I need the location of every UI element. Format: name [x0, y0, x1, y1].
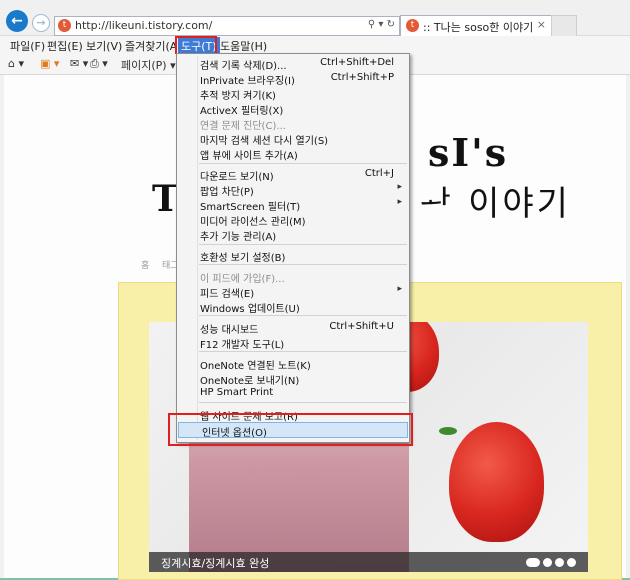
submenu-arrow-icon: ▸ [397, 197, 402, 207]
menu-item-label: 성능 대시보드 [200, 325, 259, 336]
submenu-arrow-icon: ▸ [397, 284, 402, 294]
tools-menu-item: 연결 문제 진단(C)... [177, 116, 409, 132]
leaf-image [439, 427, 457, 435]
menu-item-label: 호환성 보기 설정(B) [200, 253, 286, 264]
submenu-arrow-icon: ▸ [397, 182, 402, 192]
site-favicon-icon: t [58, 19, 71, 32]
tools-menu-item[interactable]: SmartScreen 필터(T) ▸ [177, 197, 409, 213]
tab-close-icon[interactable]: × [537, 18, 546, 31]
search-icon[interactable]: ⚲ [368, 19, 375, 30]
back-button[interactable]: ← [6, 10, 28, 32]
tools-menu-item[interactable]: F12 개발자 도구(L) [177, 335, 409, 351]
menu-item-label: 연결 문제 진단(C)... [200, 121, 286, 132]
menu-item-label: 앱 뷰에 사이트 추가(A) [200, 151, 298, 162]
url-text[interactable]: http://likeuni.tistory.com/ [75, 19, 212, 32]
forward-button[interactable]: → [32, 14, 50, 32]
tools-menu-item[interactable]: 앱 뷰에 사이트 추가(A) [177, 146, 409, 162]
slide-dot[interactable] [543, 558, 552, 567]
menu-item-label: InPrivate 브라우징(I) [200, 76, 295, 87]
tools-menu-item[interactable]: 성능 대시보드 Ctrl+Shift+U [177, 320, 409, 336]
menu-item-label: 다운로드 보기(N) [200, 172, 274, 183]
nav-home[interactable]: 홈 [141, 258, 149, 271]
tools-menu-item[interactable]: OneNote로 보내기(N) [177, 371, 409, 387]
menu-item-label: F12 개발자 도구(L) [200, 340, 285, 351]
mail-icon[interactable]: ✉ ▾ [70, 57, 88, 70]
tools-menu-item[interactable]: HP Smart Print [177, 386, 409, 401]
menu-item-label: Windows 업데이트(U) [200, 304, 300, 315]
internet-options-highlight-box [168, 413, 413, 446]
menu-item-label: 이 피드에 가입(F)... [200, 274, 285, 285]
menu-item-label: SmartScreen 필터(T) [200, 202, 301, 213]
slide-dot[interactable] [567, 558, 576, 567]
menu-item-label: 추가 기능 관리(A) [200, 232, 277, 243]
tools-menu-item[interactable]: Windows 업데이트(U) [177, 299, 409, 315]
menu-item-label: 피드 검색(E) [200, 289, 255, 300]
slideshow-caption-bar: 징계시효/징계시효 완성 [149, 552, 588, 572]
dropdown-icon[interactable]: ▾ [378, 19, 383, 30]
refresh-icon[interactable]: ↻ [387, 19, 395, 30]
new-tab-button[interactable] [551, 15, 577, 36]
menu-separator [199, 402, 407, 403]
print-icon[interactable]: ⎙ ▾ [90, 57, 108, 71]
blog-subtitle: ᅪ 이야기 [420, 184, 571, 224]
slideshow-dots [523, 557, 576, 570]
menu-item-label: ActiveX 필터링(X) [200, 106, 284, 117]
page-menu[interactable]: 페이지(P) ▾ [121, 57, 176, 73]
address-row: ← → t http://likeuni.tistory.com/ ⚲ ▾ ↻ … [0, 0, 630, 36]
browser-tab[interactable]: t :: T나는 soso한 이야기 × [400, 15, 552, 36]
address-bar[interactable]: t http://likeuni.tistory.com/ ⚲ ▾ ↻ [54, 16, 400, 36]
tools-menu-item[interactable]: 검색 기록 삭제(D)... Ctrl+Shift+Del [177, 56, 409, 72]
address-controls[interactable]: ⚲ ▾ ↻ [368, 19, 395, 30]
tools-menu-item[interactable]: 미디어 라이선스 관리(M) [177, 212, 409, 228]
tools-dropdown-menu: 검색 기록 삭제(D)... Ctrl+Shift+Del InPrivate 브라… [176, 53, 410, 443]
tools-menu-item[interactable]: 호환성 보기 설정(B) [177, 248, 409, 264]
blog-title: sI's [428, 130, 509, 175]
feeds-icon[interactable]: ▣ ▾ [40, 57, 59, 70]
menu-item-shortcut: Ctrl+Shift+U [329, 321, 394, 332]
menu-edit[interactable]: 편집(E) [44, 38, 86, 54]
slide-dot[interactable] [526, 558, 540, 567]
menu-help[interactable]: 도움말(H) [217, 38, 270, 54]
menu-bar: 파일(F) 편집(E) 보기(V) 즐겨찾기(A) 도구(T) 도움말(H) [0, 36, 630, 55]
strawberry-image [449, 422, 544, 542]
menu-file[interactable]: 파일(F) [7, 38, 48, 54]
tools-menu-item[interactable]: 피드 검색(E) ▸ [177, 284, 409, 300]
tools-menu-item[interactable]: 마지막 검색 세션 다시 열기(S) [177, 131, 409, 147]
menu-item-label: 미디어 라이선스 관리(M) [200, 217, 306, 228]
tools-menu-item[interactable]: InPrivate 브라우징(I) Ctrl+Shift+P [177, 71, 409, 87]
browser-window: ← → t http://likeuni.tistory.com/ ⚲ ▾ ↻ … [0, 0, 630, 580]
tools-menu-item[interactable]: ActiveX 필터링(X) [177, 101, 409, 117]
home-icon[interactable]: ⌂ ▾ [8, 57, 24, 70]
tools-menu-item[interactable]: 다운로드 보기(N) Ctrl+J [177, 167, 409, 183]
tools-menu-item[interactable]: 추적 방지 켜기(K) [177, 86, 409, 102]
menu-item-label: OneNote 연결된 노트(K) [200, 361, 311, 372]
tools-menu-item[interactable]: 추가 기능 관리(A) [177, 227, 409, 243]
tools-menu-item: 이 피드에 가입(F)... [177, 269, 409, 285]
slideshow-caption: 징계시효/징계시효 완성 [161, 557, 270, 570]
menu-item-label: 팝업 차단(P) [200, 187, 254, 198]
menu-view[interactable]: 보기(V) [83, 38, 125, 54]
menu-separator [199, 163, 407, 164]
tab-favicon-icon: t [406, 19, 419, 32]
menu-separator [199, 351, 407, 352]
menu-item-label: 마지막 검색 세션 다시 열기(S) [200, 136, 329, 147]
menu-separator [199, 264, 407, 265]
page-menu-label: 페이지(P) [121, 59, 167, 72]
blog-logo: T [152, 178, 179, 220]
menu-item-label: 검색 기록 삭제(D)... [200, 61, 287, 72]
slide-dot[interactable] [555, 558, 564, 567]
menu-item-label: 추적 방지 켜기(K) [200, 91, 276, 102]
menu-item-shortcut: Ctrl+J [364, 168, 394, 179]
menu-item-label: OneNote로 보내기(N) [200, 376, 300, 387]
menu-item-shortcut: Ctrl+Shift+P [330, 72, 394, 83]
menu-item-label: HP Smart Print [200, 387, 274, 398]
tab-title: :: T나는 soso한 이야기 [423, 21, 534, 34]
menu-separator [199, 244, 407, 245]
menu-item-shortcut: Ctrl+Shift+Del [320, 57, 394, 68]
tools-menu-item[interactable]: OneNote 연결된 노트(K) [177, 356, 409, 372]
menu-separator [199, 315, 407, 316]
tools-menu-item[interactable]: 팝업 차단(P) ▸ [177, 182, 409, 198]
